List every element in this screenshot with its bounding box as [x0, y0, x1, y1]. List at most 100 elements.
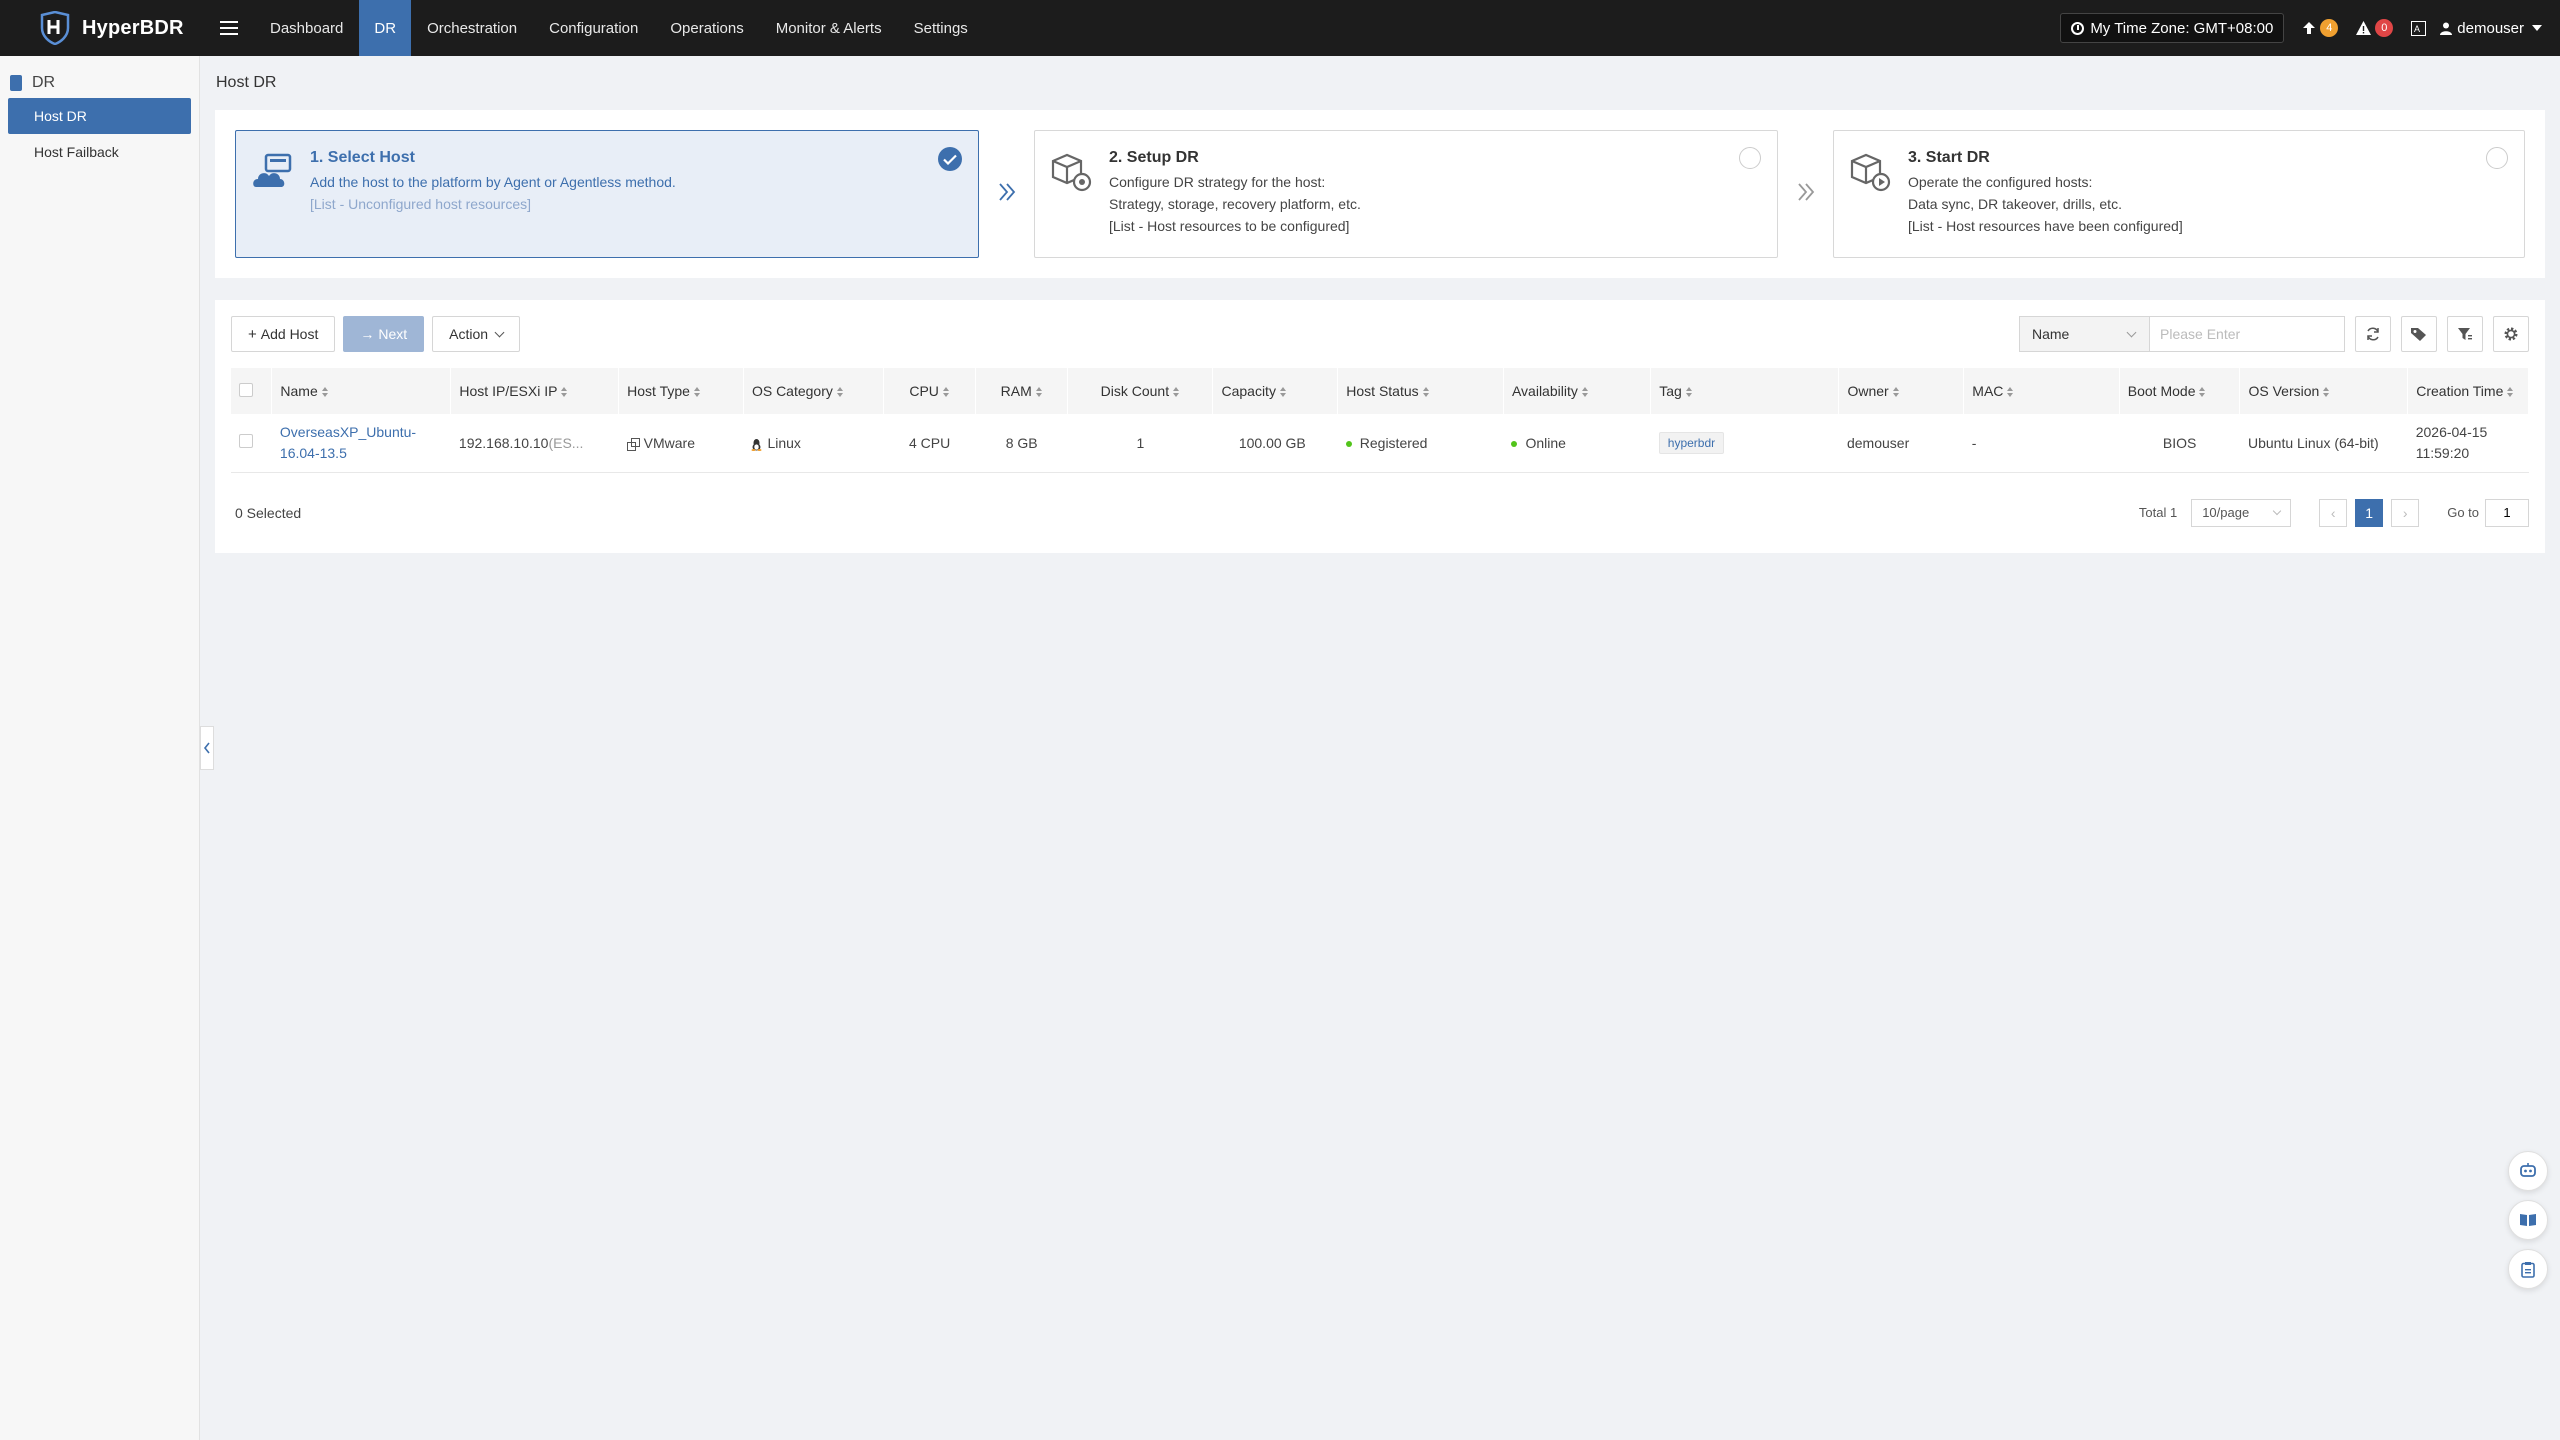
sort-icon[interactable]: [1035, 387, 1043, 398]
ram-cell: 8 GB: [975, 414, 1068, 473]
col-name[interactable]: Name: [271, 368, 452, 414]
nav-settings[interactable]: Settings: [898, 0, 984, 56]
col-tag[interactable]: Tag: [1650, 368, 1840, 414]
sort-icon[interactable]: [942, 387, 950, 398]
sort-icon[interactable]: [1279, 387, 1287, 398]
radio-icon: [1739, 147, 1761, 169]
sort-icon[interactable]: [2507, 387, 2514, 398]
col-os-category[interactable]: OS Category: [743, 368, 885, 414]
col-os-version[interactable]: OS Version: [2239, 368, 2409, 414]
sort-icon[interactable]: [1422, 387, 1430, 398]
sort-icon[interactable]: [1685, 387, 1693, 398]
main-nav: Dashboard DR Orchestration Configuration…: [254, 0, 984, 56]
step-start-dr[interactable]: 3. Start DR Operate the configured hosts…: [1833, 130, 2525, 258]
hosts-table-card: + Add Host → Next Action Name Please Ent…: [215, 300, 2545, 553]
goto-page: Go to: [2433, 498, 2529, 527]
nav-orchestration[interactable]: Orchestration: [411, 0, 533, 56]
col-mac[interactable]: MAC: [1963, 368, 2120, 414]
os-version-cell: Ubuntu Linux (64-bit): [2239, 414, 2408, 473]
step-title: 2. Setup DR: [1109, 149, 1199, 166]
sort-icon[interactable]: [561, 387, 568, 398]
language-button[interactable]: A: [2411, 20, 2427, 36]
sort-icon[interactable]: [2007, 387, 2014, 398]
add-host-button[interactable]: + Add Host: [231, 316, 336, 352]
sort-icon[interactable]: [1581, 387, 1589, 398]
nav-dr[interactable]: DR: [359, 0, 412, 56]
step-desc: Configure DR strategy for the host:: [1109, 174, 1326, 190]
sidebar-collapse-button[interactable]: [200, 726, 214, 770]
sidebar-section-dr[interactable]: DR: [0, 68, 199, 98]
col-disk-count[interactable]: Disk Count: [1067, 368, 1214, 414]
action-dropdown[interactable]: Action: [432, 316, 521, 352]
step-setup-dr[interactable]: 2. Setup DR Configure DR strategy for th…: [1034, 130, 1778, 258]
steps-panel: 1. Select Host Add the host to the platf…: [215, 110, 2545, 278]
sort-icon[interactable]: [1892, 387, 1900, 398]
table-row[interactable]: OverseasXP_Ubuntu- 16.04-13.5 192.168.10…: [231, 414, 2529, 473]
sort-icon[interactable]: [1173, 387, 1180, 398]
next-button[interactable]: → Next: [343, 316, 425, 352]
page-button-current[interactable]: 1: [2355, 498, 2384, 527]
chevron-down-icon: [494, 327, 505, 337]
search-input[interactable]: [2149, 316, 2345, 352]
col-owner[interactable]: Owner: [1838, 368, 1965, 414]
sidebar-item-host-dr[interactable]: Host DR: [8, 98, 191, 134]
timezone-button[interactable]: My Time Zone: GMT+08:00: [2060, 13, 2285, 43]
col-host-status[interactable]: Host Status: [1337, 368, 1504, 414]
hyperbdr-logo-icon: [40, 11, 70, 45]
col-ram[interactable]: RAM: [975, 368, 1069, 414]
disk-count-cell: 1: [1067, 414, 1213, 473]
alerts-button[interactable]: 0: [2356, 19, 2394, 37]
col-availability[interactable]: Availability: [1503, 368, 1652, 414]
goto-page-input[interactable]: [2485, 498, 2529, 527]
sort-icon[interactable]: [2199, 387, 2206, 398]
step-title: 3. Start DR: [1908, 149, 1990, 166]
sort-icon[interactable]: [321, 387, 329, 398]
prev-page-button[interactable]: ‹: [2319, 498, 2348, 527]
col-boot-mode[interactable]: Boot Mode: [2119, 368, 2241, 414]
refresh-button[interactable]: [2355, 316, 2391, 352]
action-label: Action: [449, 326, 489, 342]
sort-icon[interactable]: [836, 387, 844, 398]
nav-configuration[interactable]: Configuration: [533, 0, 654, 56]
clipboard-button[interactable]: [2508, 1249, 2548, 1289]
sort-icon[interactable]: [693, 387, 701, 398]
col-capacity[interactable]: Capacity: [1212, 368, 1339, 414]
page-size-select[interactable]: 10/page: [2191, 498, 2292, 527]
host-name-link[interactable]: OverseasXP_Ubuntu- 16.04-13.5: [280, 422, 443, 464]
host-type-cell: VMware: [618, 414, 744, 473]
step-select-host[interactable]: 1. Select Host Add the host to the platf…: [235, 130, 979, 258]
col-cpu[interactable]: CPU: [883, 368, 977, 414]
tag-button[interactable]: [2401, 316, 2437, 352]
filter-button[interactable]: [2447, 316, 2483, 352]
double-chevron-right-icon: [1778, 179, 1833, 210]
next-page-button[interactable]: ›: [2391, 498, 2420, 527]
menu-toggle-icon[interactable]: [204, 0, 254, 56]
upload-tasks-button[interactable]: 4: [2302, 19, 2339, 37]
docs-button[interactable]: [2508, 1200, 2548, 1240]
search-field-select[interactable]: Name: [2019, 316, 2149, 352]
nav-dashboard[interactable]: Dashboard: [254, 0, 359, 56]
column-settings-button[interactable]: [2493, 316, 2529, 352]
sidebar-item-host-failback[interactable]: Host Failback: [8, 134, 191, 170]
tag-cell: hyperbdr: [1650, 414, 1839, 473]
total-count: Total 1: [2138, 505, 2178, 520]
nav-operations[interactable]: Operations: [654, 0, 759, 56]
status-dot-icon: [1511, 441, 1518, 448]
checkmark-icon: [938, 147, 962, 171]
main-content: Host DR 1. Select Host Add the host to t…: [215, 56, 2545, 553]
select-all-checkbox[interactable]: [239, 382, 253, 397]
col-host-type[interactable]: Host Type: [618, 368, 744, 414]
assistant-button[interactable]: [2508, 1151, 2548, 1191]
col-creation-time[interactable]: Creation Time: [2407, 368, 2529, 414]
nav-monitor-alerts[interactable]: Monitor & Alerts: [760, 0, 898, 56]
clipboard-icon: [2521, 1261, 2535, 1278]
user-menu[interactable]: demouser: [2440, 20, 2542, 37]
robot-icon: [2520, 1163, 2536, 1177]
logo[interactable]: HyperBDR: [0, 0, 204, 56]
row-checkbox[interactable]: [239, 434, 253, 449]
sort-icon[interactable]: [2323, 387, 2330, 398]
warning-icon: [2356, 21, 2372, 35]
os-category-cell: Linux: [743, 414, 884, 473]
double-chevron-right-icon: [979, 179, 1034, 210]
col-host-ip[interactable]: Host IP/ESXi IP: [450, 368, 620, 414]
